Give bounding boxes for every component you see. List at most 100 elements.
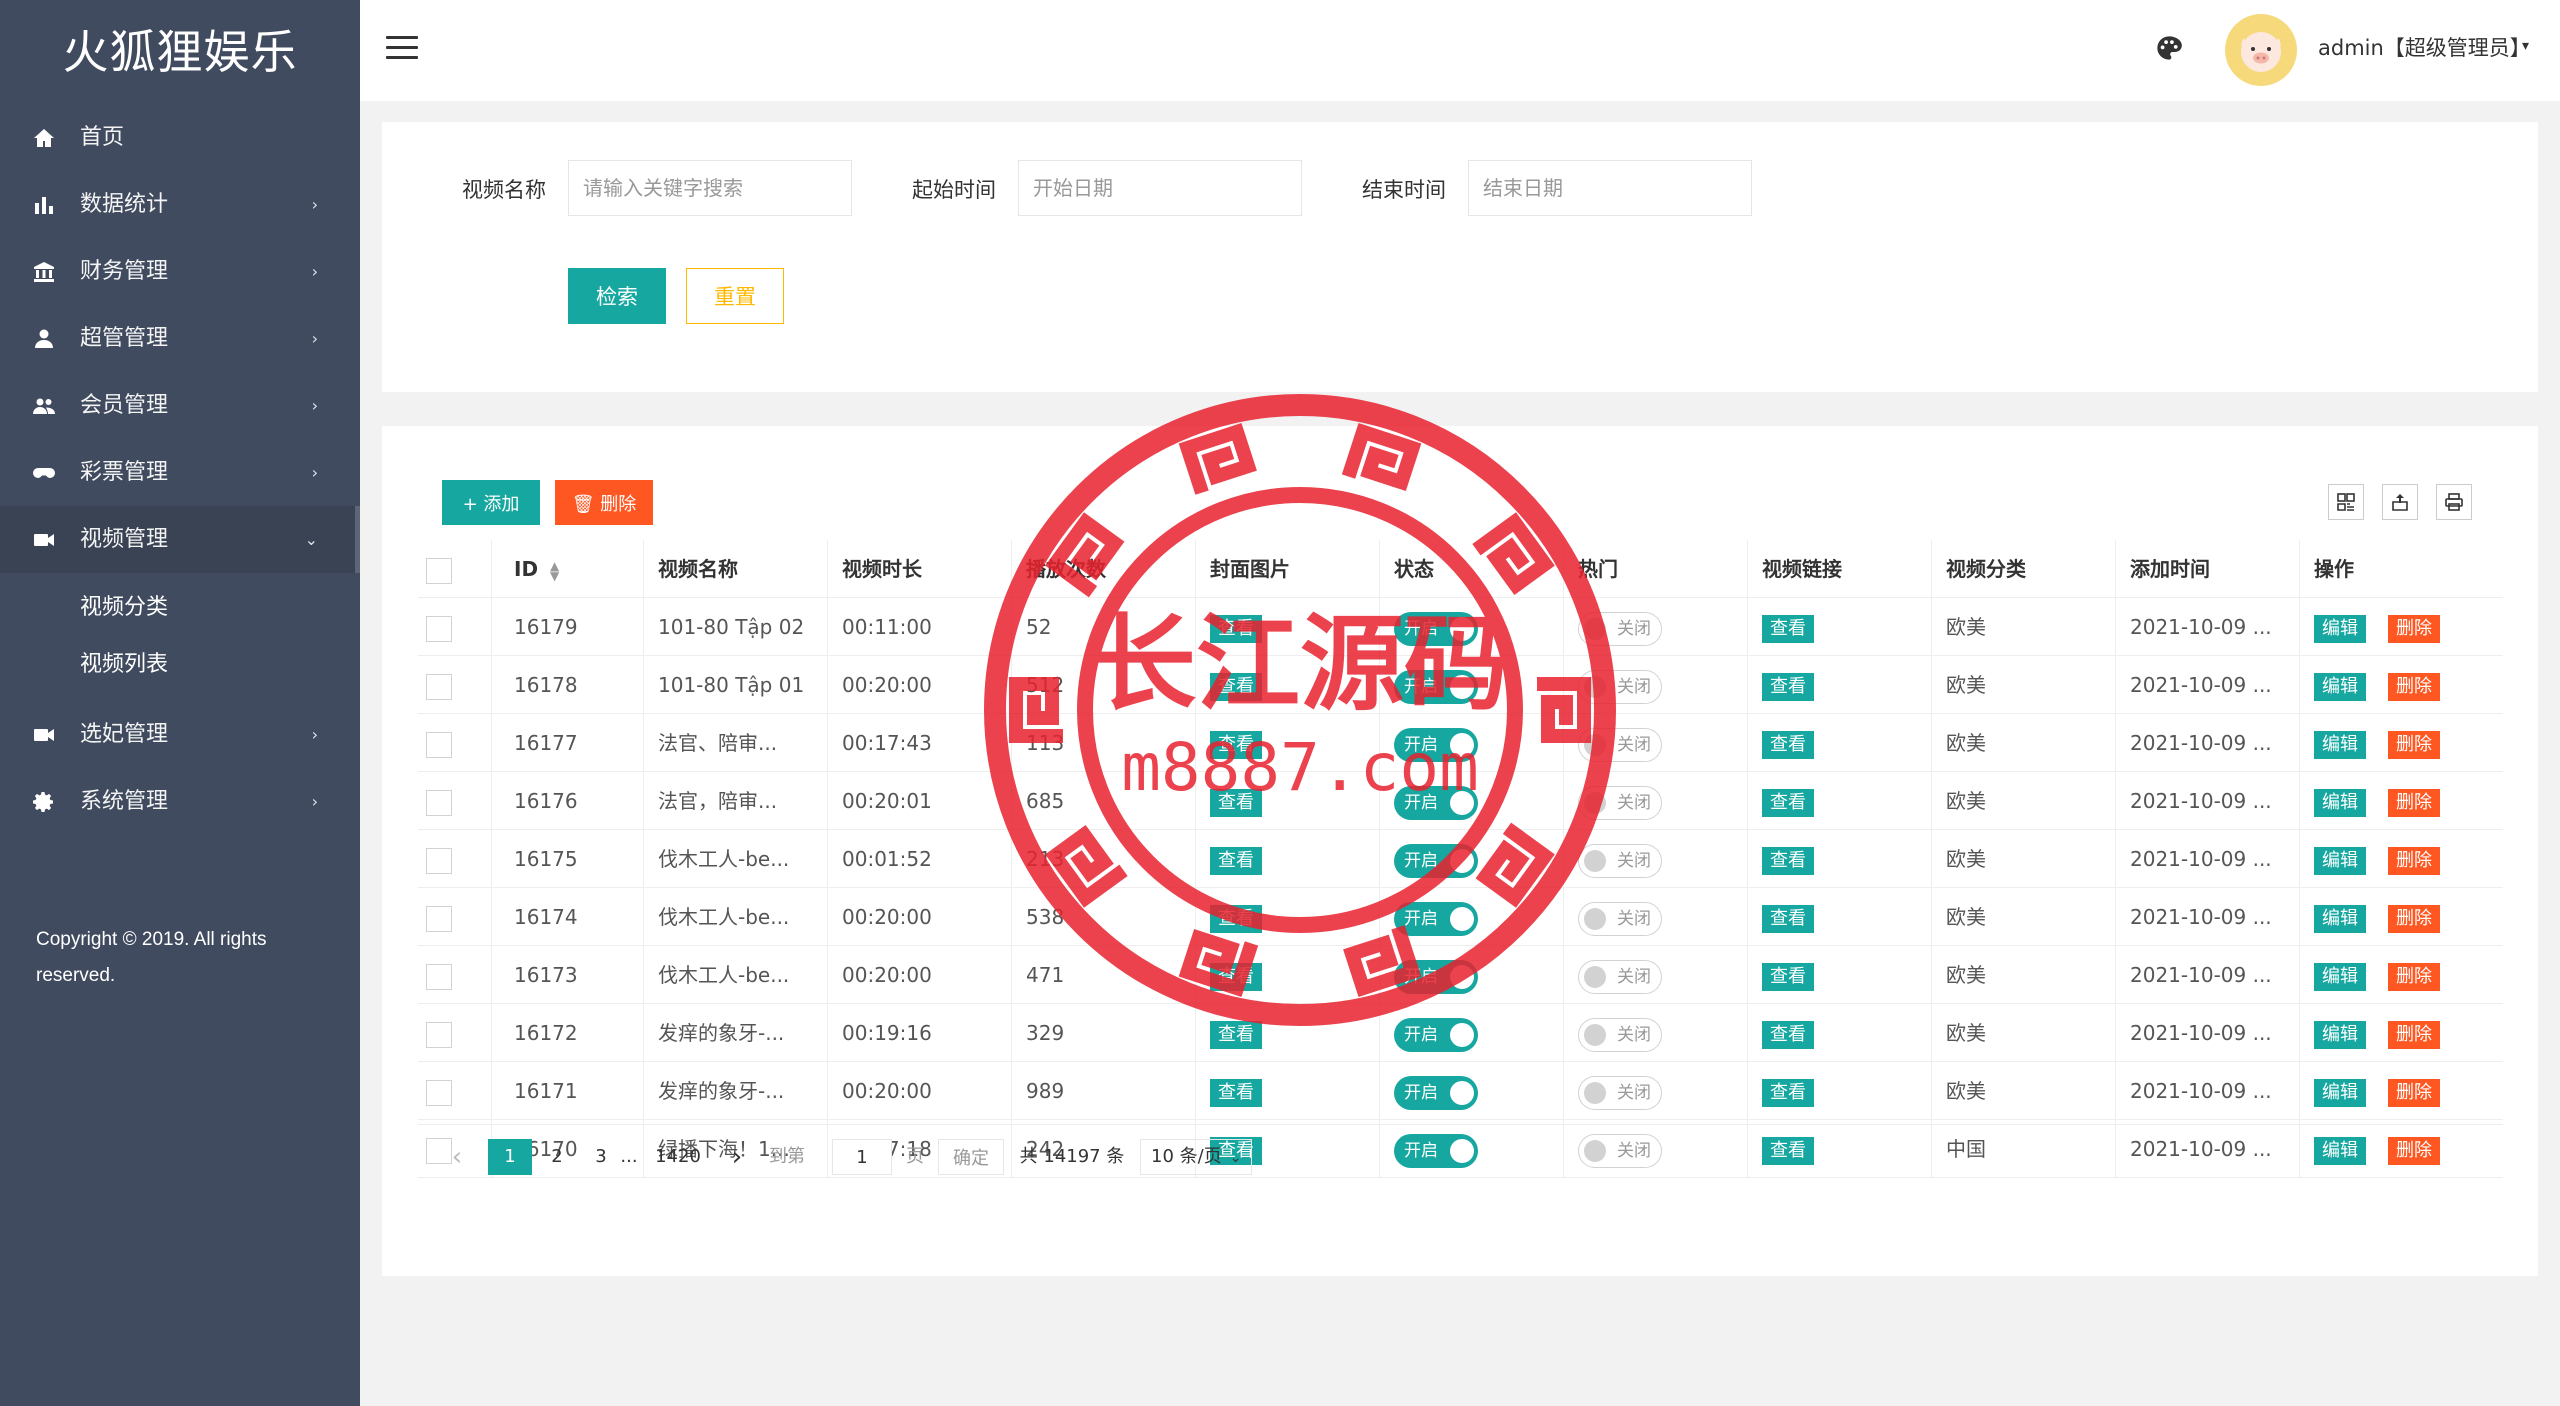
edit-button[interactable]: 编辑 (2314, 846, 2366, 875)
row-checkbox[interactable] (426, 905, 452, 932)
delete-button[interactable]: 删除 (2388, 962, 2440, 991)
edit-button[interactable]: 编辑 (2314, 730, 2366, 759)
delete-button[interactable]: 删除 (2388, 1078, 2440, 1107)
view-link-button[interactable]: 查看 (1762, 672, 1814, 701)
view-cover-button[interactable]: 查看 (1210, 730, 1262, 759)
status-toggle[interactable]: 开启 (1394, 611, 1478, 646)
columns-filter-icon[interactable] (2328, 484, 2364, 520)
view-cover-button[interactable]: 查看 (1210, 788, 1262, 817)
delete-button[interactable]: 删除 (2388, 788, 2440, 817)
status-toggle[interactable]: 开启 (1394, 669, 1478, 704)
menu-toggle-icon[interactable] (386, 36, 418, 62)
delete-button[interactable]: 删除 (2388, 614, 2440, 643)
select-all-checkbox[interactable] (426, 557, 452, 584)
status-toggle[interactable]: 开启 (1394, 1017, 1478, 1052)
status-toggle[interactable]: 开启 (1394, 843, 1478, 878)
end-date-input[interactable] (1468, 160, 1752, 216)
search-button[interactable]: 检索 (568, 268, 666, 324)
page-last[interactable]: 1420 (648, 1139, 708, 1175)
hot-toggle[interactable]: 关闭 (1578, 1017, 1662, 1052)
hot-toggle[interactable]: 关闭 (1578, 611, 1662, 646)
hot-toggle[interactable]: 关闭 (1578, 959, 1662, 994)
export-icon[interactable] (2382, 484, 2418, 520)
view-cover-button[interactable]: 查看 (1210, 1078, 1262, 1107)
goto-page-input[interactable] (832, 1139, 892, 1175)
delete-button[interactable]: 删除 (2388, 730, 2440, 759)
edit-button[interactable]: 编辑 (2314, 904, 2366, 933)
hot-toggle[interactable]: 关闭 (1578, 669, 1662, 704)
delete-button[interactable]: 删除 (2388, 846, 2440, 875)
edit-button[interactable]: 编辑 (2314, 1020, 2366, 1049)
page-size-select[interactable]: 10 条/页 ⌄ (1140, 1139, 1252, 1175)
start-date-input[interactable] (1018, 160, 1302, 216)
sidebar-item-data-stats[interactable]: 数据统计 › (0, 171, 360, 238)
row-checkbox[interactable] (426, 847, 452, 874)
view-cover-button[interactable]: 查看 (1210, 1020, 1262, 1049)
row-checkbox[interactable] (426, 673, 452, 700)
view-cover-button[interactable]: 查看 (1210, 846, 1262, 875)
view-cover-button[interactable]: 查看 (1210, 614, 1262, 643)
sidebar-item-system[interactable]: 系统管理 › (0, 768, 360, 835)
view-link-button[interactable]: 查看 (1762, 788, 1814, 817)
next-page-icon[interactable]: › (722, 1139, 752, 1175)
add-button[interactable]: + 添加 (442, 480, 540, 525)
col-id[interactable]: ID ▲ ▼ (492, 540, 644, 598)
video-name-input[interactable] (568, 160, 852, 216)
edit-button[interactable]: 编辑 (2314, 1078, 2366, 1107)
view-link-button[interactable]: 查看 (1762, 614, 1814, 643)
prev-page-icon[interactable]: ‹ (442, 1139, 472, 1175)
edit-button[interactable]: 编辑 (2314, 672, 2366, 701)
view-cover-button[interactable]: 查看 (1210, 904, 1262, 933)
view-link-button[interactable]: 查看 (1762, 962, 1814, 991)
status-toggle[interactable]: 开启 (1394, 727, 1478, 762)
view-link-button[interactable]: 查看 (1762, 1078, 1814, 1107)
batch-delete-button[interactable]: 🗑 删除 (555, 480, 653, 525)
edit-button[interactable]: 编辑 (2314, 788, 2366, 817)
sidebar-item-video[interactable]: 视频管理 ⌄ (0, 506, 360, 573)
view-link-button[interactable]: 查看 (1762, 846, 1814, 875)
reset-button[interactable]: 重置 (686, 268, 784, 324)
hot-toggle[interactable]: 关闭 (1578, 1075, 1662, 1110)
sidebar-item-lottery[interactable]: 彩票管理 › (0, 439, 360, 506)
avatar[interactable] (2225, 14, 2297, 86)
hot-toggle[interactable]: 关闭 (1578, 785, 1662, 820)
page-3[interactable]: 3 (586, 1139, 616, 1175)
print-icon[interactable] (2436, 484, 2472, 520)
status-toggle[interactable]: 开启 (1394, 1075, 1478, 1110)
user-menu[interactable]: admin【超级管理员】 (2318, 32, 2531, 62)
page-1[interactable]: 1 (488, 1139, 532, 1175)
sidebar-item-home[interactable]: 首页 (0, 104, 360, 171)
delete-button[interactable]: 删除 (2388, 672, 2440, 701)
row-checkbox[interactable] (426, 1079, 452, 1106)
view-link-button[interactable]: 查看 (1762, 1020, 1814, 1049)
row-checkbox[interactable] (426, 963, 452, 990)
sidebar-item-concubine[interactable]: 选妃管理 › (0, 701, 360, 768)
palette-icon[interactable] (2155, 34, 2183, 62)
view-link-button[interactable]: 查看 (1762, 730, 1814, 759)
row-checkbox[interactable] (426, 731, 452, 758)
hot-toggle[interactable]: 关闭 (1578, 901, 1662, 936)
status-toggle[interactable]: 开启 (1394, 901, 1478, 936)
sidebar-item-members[interactable]: 会员管理 › (0, 372, 360, 439)
goto-confirm-button[interactable]: 确定 (938, 1139, 1004, 1175)
delete-button[interactable]: 删除 (2388, 1020, 2440, 1049)
status-toggle[interactable]: 开启 (1394, 959, 1478, 994)
delete-button[interactable]: 删除 (2388, 904, 2440, 933)
view-cover-button[interactable]: 查看 (1210, 962, 1262, 991)
view-link-button[interactable]: 查看 (1762, 904, 1814, 933)
hot-toggle[interactable]: 关闭 (1578, 843, 1662, 878)
sidebar-item-super-admin[interactable]: 超管管理 › (0, 305, 360, 372)
hot-toggle[interactable]: 关闭 (1578, 727, 1662, 762)
edit-button[interactable]: 编辑 (2314, 614, 2366, 643)
row-checkbox[interactable] (426, 789, 452, 816)
edit-button[interactable]: 编辑 (2314, 962, 2366, 991)
view-cover-button[interactable]: 查看 (1210, 672, 1262, 701)
row-checkbox[interactable] (426, 1021, 452, 1048)
submenu-item-video-list[interactable]: 视频列表 (0, 636, 360, 693)
caret-down-icon[interactable]: ▾ (2522, 38, 2529, 54)
page-2[interactable]: 2 (542, 1139, 572, 1175)
sort-icon[interactable]: ▲ ▼ (550, 560, 559, 582)
sidebar-item-finance[interactable]: 财务管理 › (0, 238, 360, 305)
row-checkbox[interactable] (426, 615, 452, 642)
submenu-item-video-category[interactable]: 视频分类 (0, 579, 360, 636)
